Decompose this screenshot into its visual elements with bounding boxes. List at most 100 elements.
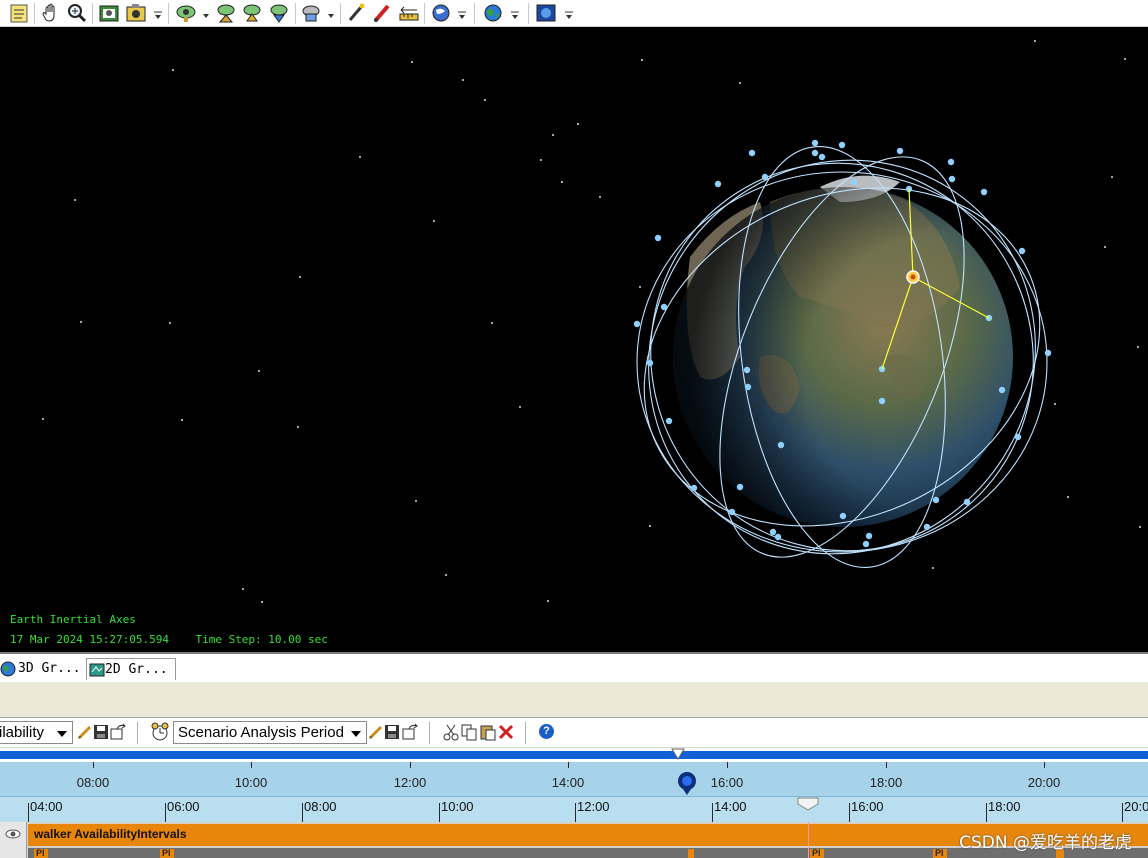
satellite[interactable] xyxy=(743,366,751,374)
satellite[interactable] xyxy=(748,149,756,157)
satellite[interactable] xyxy=(761,173,769,181)
satellite[interactable] xyxy=(811,149,819,157)
star xyxy=(639,286,641,288)
pan-hand-icon[interactable] xyxy=(40,2,62,24)
help-label: ? xyxy=(543,725,550,737)
chevron-down-icon[interactable] xyxy=(154,10,162,20)
satellite[interactable] xyxy=(838,141,846,149)
satellite[interactable] xyxy=(963,498,971,506)
satellite[interactable] xyxy=(923,523,931,531)
satellite[interactable] xyxy=(998,386,1006,394)
scrub-track[interactable] xyxy=(0,751,1148,759)
satellite[interactable] xyxy=(896,147,904,155)
satellite[interactable] xyxy=(947,158,955,166)
overview-time-axis[interactable]: 08:00 10:00 12:00 14:00 16:00 18:00 20:00 xyxy=(0,762,1148,796)
star xyxy=(258,370,260,372)
eye-visibility-icon[interactable] xyxy=(5,828,21,840)
satellite[interactable] xyxy=(774,533,782,541)
star xyxy=(484,99,486,101)
sub-interval-chip[interactable]: Pl xyxy=(810,849,824,858)
satellite[interactable] xyxy=(728,508,736,516)
timeline-content-select[interactable]: ilability xyxy=(0,721,73,744)
snapshot-icon[interactable] xyxy=(98,2,120,24)
ground-station-marker[interactable] xyxy=(906,270,920,284)
satellite[interactable] xyxy=(633,320,641,328)
satellite[interactable] xyxy=(862,540,870,548)
satellite[interactable] xyxy=(980,188,988,196)
3d-graphics-viewport[interactable]: Earth Inertial Axes 17 Mar 2024 15:27:05… xyxy=(0,27,1148,652)
chevron-down-icon[interactable] xyxy=(327,10,335,20)
satellite[interactable] xyxy=(1044,349,1052,357)
satellite[interactable] xyxy=(736,483,744,491)
notepad-icon[interactable] xyxy=(8,2,30,24)
satellite[interactable] xyxy=(839,512,847,520)
satellite[interactable] xyxy=(744,383,752,391)
satellite[interactable] xyxy=(932,496,940,504)
chevron-down-icon[interactable] xyxy=(565,10,573,20)
axis-tick-label: 20:00 xyxy=(1124,799,1148,814)
toolbar-separator xyxy=(474,3,475,24)
satellite[interactable] xyxy=(850,178,858,186)
sub-interval-chip[interactable]: Pl xyxy=(34,849,48,858)
satellite[interactable] xyxy=(777,441,785,449)
axis-tick-label: 12:00 xyxy=(393,775,427,790)
time-scrub-bar[interactable] xyxy=(0,748,1148,762)
satellite[interactable] xyxy=(865,532,873,540)
scene-canvas[interactable] xyxy=(0,27,1148,652)
window-globe-icon[interactable] xyxy=(535,2,557,24)
tab-3d-graphics[interactable]: 3D Gr... xyxy=(0,658,84,680)
help-button[interactable]: ? xyxy=(539,724,554,739)
camera-icon[interactable] xyxy=(125,2,147,24)
view-down-icon[interactable] xyxy=(268,2,290,24)
tab-2d-graphics[interactable]: 2D Gr... xyxy=(86,658,176,680)
sub-interval-chip[interactable]: Pl xyxy=(933,849,947,858)
satellite[interactable] xyxy=(1014,433,1022,441)
time-cursor-icon[interactable] xyxy=(797,797,819,811)
load-icon[interactable] xyxy=(109,723,127,741)
satellite[interactable] xyxy=(818,153,826,161)
save-icon[interactable] xyxy=(92,723,110,741)
sub-interval-chip[interactable] xyxy=(688,849,694,858)
axis-tick-label: 08:00 xyxy=(304,799,337,814)
satellite[interactable] xyxy=(654,234,662,242)
measure-ruler-icon[interactable] xyxy=(398,2,420,24)
toolbar-separator xyxy=(168,3,169,24)
axis-tick-label: 06:00 xyxy=(167,799,200,814)
sub-interval-chip[interactable]: Pl xyxy=(160,849,174,858)
cut-icon[interactable] xyxy=(442,723,460,741)
home-view-icon[interactable] xyxy=(215,2,237,24)
view-up-icon[interactable] xyxy=(241,2,263,24)
satellite[interactable] xyxy=(665,417,673,425)
chevron-down-icon[interactable] xyxy=(458,10,466,20)
current-time-marker-icon[interactable] xyxy=(676,770,698,796)
satellite[interactable] xyxy=(769,528,777,536)
load-icon[interactable] xyxy=(401,723,419,741)
time-period-icon[interactable] xyxy=(149,721,171,743)
highlighter-icon[interactable] xyxy=(372,2,394,24)
pick-icon[interactable] xyxy=(346,2,368,24)
satellite[interactable] xyxy=(690,484,698,492)
satellite[interactable] xyxy=(1018,247,1026,255)
paste-icon[interactable] xyxy=(479,723,497,741)
satellite[interactable] xyxy=(660,303,668,311)
satellite[interactable] xyxy=(714,180,722,188)
analysis-period-select[interactable]: Scenario Analysis Period xyxy=(173,721,367,744)
zoom-icon[interactable] xyxy=(66,2,88,24)
satellite[interactable] xyxy=(811,139,819,147)
toolbar-separator xyxy=(295,3,296,24)
chevron-down-icon[interactable] xyxy=(202,10,210,20)
globe-manager-icon[interactable] xyxy=(430,2,452,24)
data-display-icon[interactable] xyxy=(300,2,322,24)
delete-icon[interactable] xyxy=(497,723,515,741)
chevron-down-icon[interactable] xyxy=(511,10,519,20)
save-icon[interactable] xyxy=(383,723,401,741)
satellite[interactable] xyxy=(646,359,654,367)
star xyxy=(172,69,174,71)
satellite[interactable] xyxy=(948,175,956,183)
earth-view-icon[interactable] xyxy=(482,2,504,24)
view-from-icon[interactable] xyxy=(175,2,197,24)
scrub-handle-icon[interactable] xyxy=(671,748,685,760)
copy-icon[interactable] xyxy=(460,723,478,741)
detail-time-axis[interactable]: 04:00 06:00 08:00 10:00 12:00 14:00 16:00 18:00… xyxy=(0,796,1148,823)
satellite[interactable] xyxy=(878,397,886,405)
